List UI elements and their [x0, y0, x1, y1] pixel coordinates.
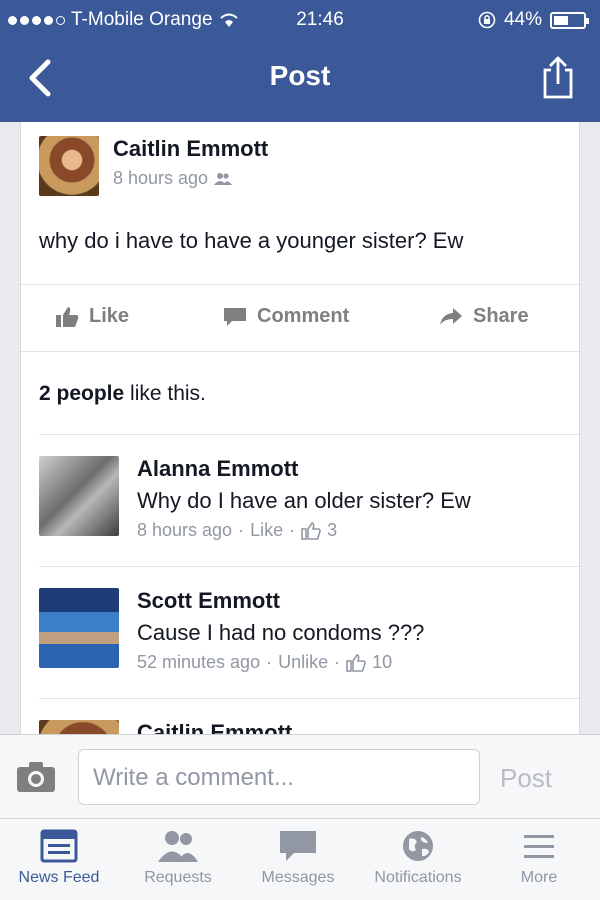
thumbs-up-icon [56, 306, 79, 327]
battery-percentage: 44% [503, 9, 542, 30]
avatar[interactable] [39, 588, 119, 668]
tab-label: Notifications [374, 869, 462, 886]
status-bar: T-Mobile Orange 21:46 44% [0, 0, 600, 40]
tab-label: More [520, 869, 558, 886]
comment-text: Cause I had no condoms ??? [137, 620, 425, 645]
separator-dot: · [266, 652, 273, 672]
share-label: Share [473, 305, 529, 327]
share-button[interactable]: Share [439, 305, 529, 328]
tab-messages[interactable]: Messages [238, 819, 358, 900]
share-export-icon[interactable] [540, 54, 576, 100]
post-author-name[interactable]: Caitlin Emmott [113, 136, 268, 162]
tab-notifications[interactable]: Notifications [358, 819, 478, 900]
messages-icon [280, 831, 316, 861]
post-actions: Like Comment Share [21, 284, 579, 352]
post-card: Caitlin Emmott 8 hours ago why do i have… [20, 122, 580, 734]
rotation-lock-icon [478, 11, 496, 29]
friends-audience-icon [214, 172, 233, 185]
friend-requests-icon [158, 831, 198, 862]
separator-dot: · [238, 520, 245, 540]
globe-notifications-icon [403, 831, 433, 861]
post-text: why do i have to have a younger sister? … [39, 228, 464, 253]
divider [39, 434, 579, 435]
comment-unlike-link[interactable]: Unlike [278, 652, 328, 673]
thumbs-up-outline-icon [346, 653, 366, 672]
likes-suffix: like this. [124, 382, 206, 405]
tab-news-feed[interactable]: News Feed [0, 819, 118, 900]
page-title: Post [269, 60, 331, 91]
comment-author-name[interactable]: Alanna Emmott [137, 456, 471, 482]
menu-lines-icon [524, 835, 554, 858]
camera-icon[interactable] [16, 761, 56, 793]
news-feed-icon [40, 829, 78, 863]
tab-bar: News Feed Requests Messages Notification… [0, 818, 600, 900]
top-bar: T-Mobile Orange 21:46 44% Post [0, 0, 600, 122]
comment-label: Comment [257, 305, 350, 327]
post-comment-button[interactable]: Post [500, 763, 552, 794]
navigation-bar: Post [0, 40, 600, 122]
share-arrow-icon [440, 307, 462, 325]
battery-icon [550, 11, 589, 29]
comment-author-name[interactable]: Caitlin Emmott [137, 720, 292, 734]
post-header: Caitlin Emmott 8 hours ago [39, 136, 268, 196]
tab-requests[interactable]: Requests [118, 819, 238, 900]
like-button[interactable]: Like [55, 305, 129, 328]
comment-input[interactable]: Write a comment... [78, 749, 480, 805]
avatar[interactable] [39, 456, 119, 536]
avatar[interactable] [39, 720, 119, 734]
comment-author-name[interactable]: Scott Emmott [137, 588, 424, 614]
comment-like-count[interactable]: 3 [327, 520, 337, 541]
comment-timestamp: 52 minutes ago [137, 652, 261, 672]
avatar[interactable] [39, 136, 99, 196]
comment-like-count[interactable]: 10 [372, 652, 392, 673]
like-label: Like [89, 305, 130, 327]
comment-bubble-icon [224, 307, 246, 326]
likes-count[interactable]: 2 people [39, 382, 124, 405]
comment-button[interactable]: Comment [223, 305, 349, 328]
thumbs-up-outline-icon [301, 521, 321, 540]
likes-summary[interactable]: 2 people like this. [39, 382, 206, 406]
post-timestamp[interactable]: 8 hours ago [113, 168, 208, 189]
divider [39, 566, 579, 567]
separator-dot: · [289, 520, 296, 540]
comment-timestamp: 8 hours ago [137, 520, 233, 540]
comment-text: Why do I have an older sister? Ew [137, 488, 471, 513]
comment-composer: Write a comment... Post [0, 734, 600, 818]
tab-label: Messages [261, 869, 335, 886]
tab-label: Requests [144, 869, 212, 886]
separator-dot: · [334, 652, 341, 672]
tab-label: News Feed [18, 869, 100, 886]
tab-more[interactable]: More [478, 819, 600, 900]
comment-like-link[interactable]: Like [250, 520, 283, 541]
divider [39, 698, 579, 699]
